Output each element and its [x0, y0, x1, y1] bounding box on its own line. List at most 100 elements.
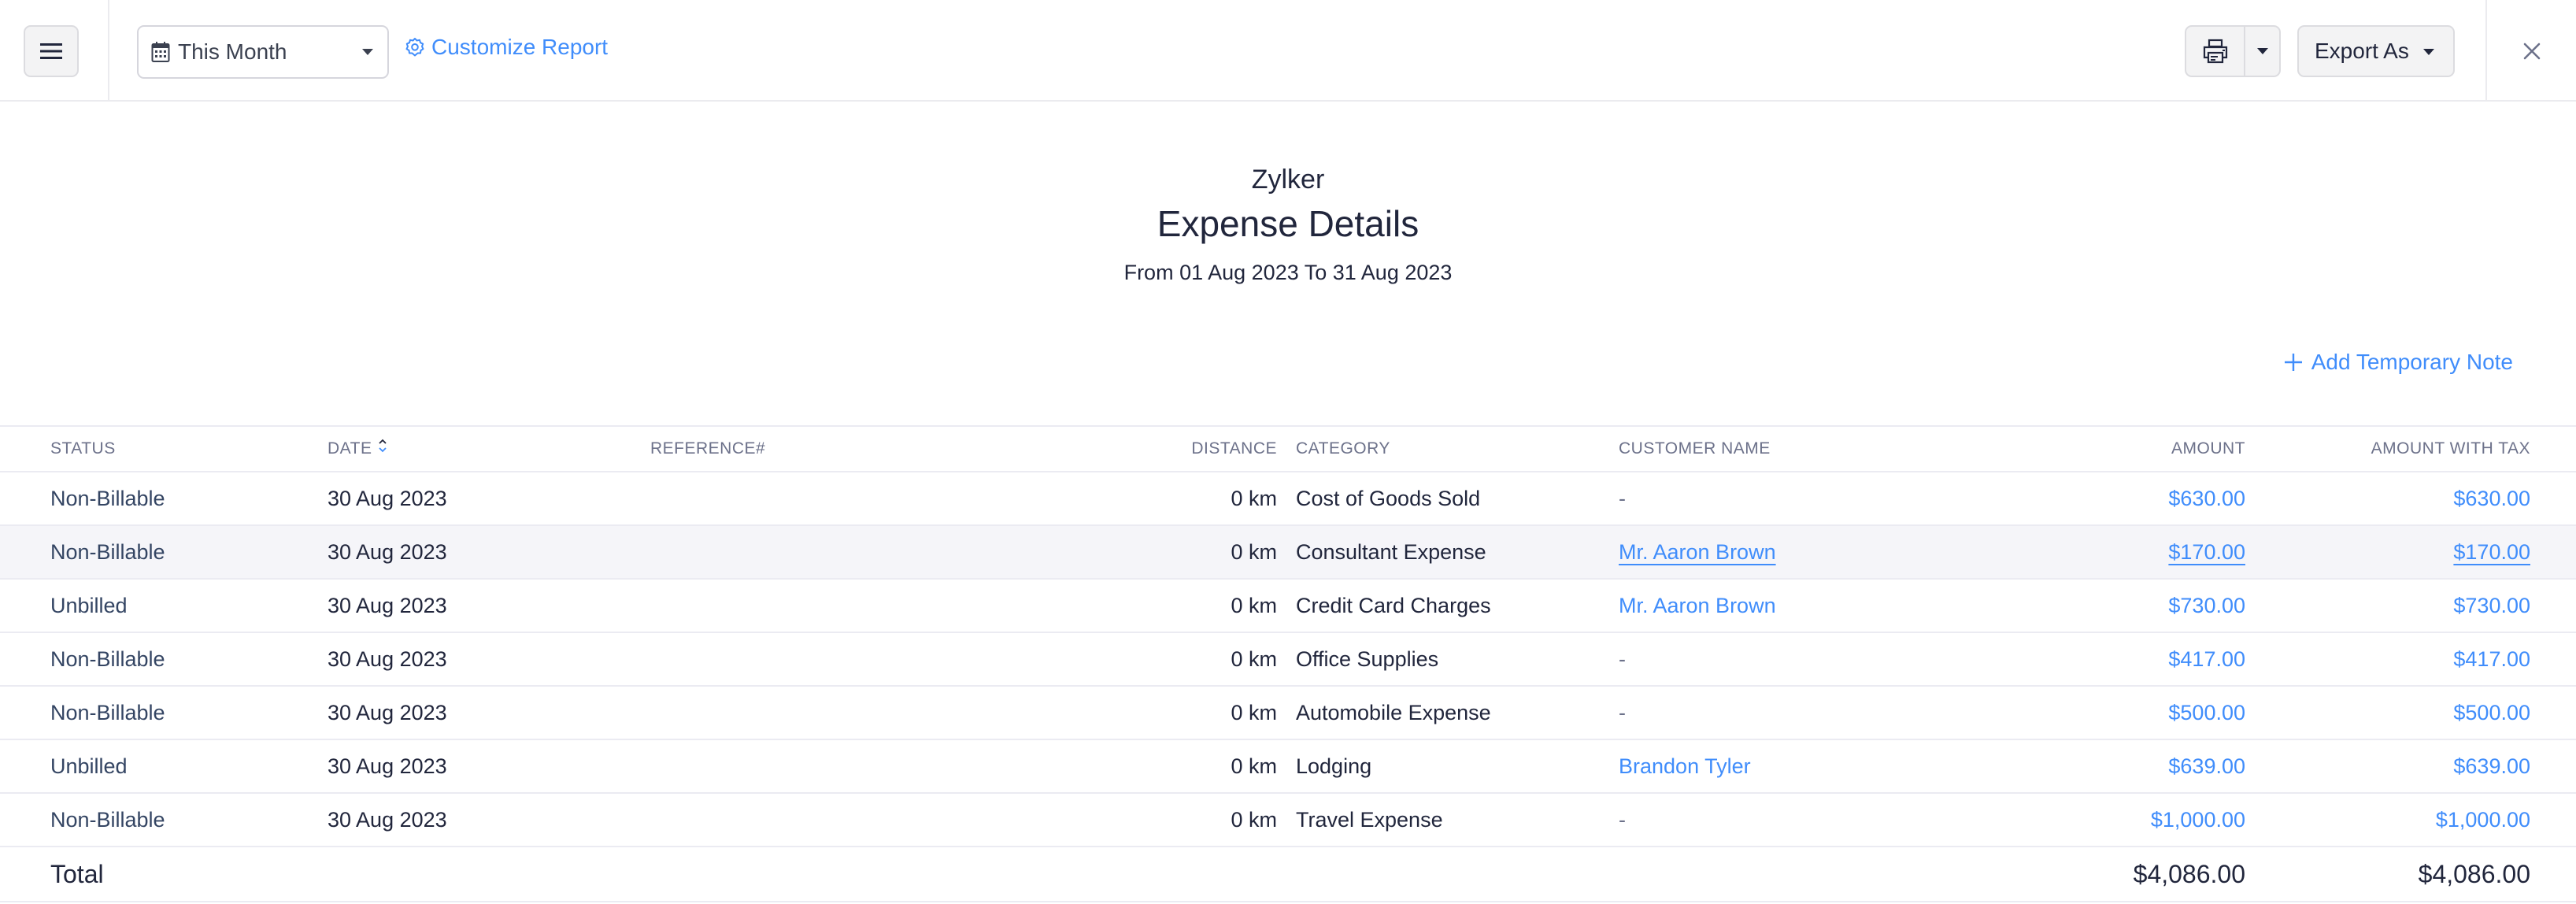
cell-date: 30 Aug 2023	[328, 807, 447, 832]
cell-status: Unbilled	[50, 593, 128, 617]
cell-amount-with-tax[interactable]: $500.00	[2453, 701, 2530, 725]
cell-status: Non-Billable	[50, 647, 165, 671]
report-toolbar: This Month Customize Report Export As	[0, 0, 2576, 102]
table-row[interactable]: Non-Billable 30 Aug 2023 0 km Cost of Goods…	[0, 471, 2576, 524]
chevron-down-icon	[362, 49, 373, 55]
cell-customer-name: -	[1619, 700, 1626, 724]
chevron-down-icon	[2256, 48, 2268, 54]
cell-amount[interactable]: $730.00	[2168, 594, 2245, 618]
cell-amount-with-tax[interactable]: $730.00	[2453, 594, 2530, 618]
cell-date: 30 Aug 2023	[328, 486, 447, 510]
total-amount: $4,086.00	[2133, 859, 2245, 888]
cell-status: Unbilled	[50, 754, 128, 778]
column-header-distance[interactable]: DISTANCE	[1191, 439, 1277, 458]
table-body: Non-Billable 30 Aug 2023 0 km Cost of Goods…	[0, 471, 2576, 846]
calendar-icon	[151, 42, 170, 62]
customize-report-label: Customize Report	[431, 35, 609, 59]
cell-customer-name: -	[1619, 486, 1626, 510]
period-select[interactable]: This Month	[137, 25, 389, 79]
total-label: Total	[50, 859, 104, 888]
cell-customer-name[interactable]: Mr. Aaron Brown	[1619, 540, 1776, 565]
report-date-range: From 01 Aug 2023 To 31 Aug 2023	[1123, 261, 1453, 284]
cell-amount[interactable]: $630.00	[2168, 487, 2245, 511]
cell-date: 30 Aug 2023	[328, 539, 447, 564]
column-header-customer-name[interactable]: CUSTOMER NAME	[1619, 439, 1771, 458]
cell-date: 30 Aug 2023	[328, 647, 447, 671]
cell-date: 30 Aug 2023	[328, 593, 447, 617]
cell-distance: 0 km	[1231, 486, 1277, 510]
table-total-row: Total $4,086.00 $4,086.00	[0, 846, 2576, 902]
table-row[interactable]: Non-Billable 30 Aug 2023 0 km Automobile Ex…	[0, 685, 2576, 739]
cell-amount[interactable]: $1,000.00	[2151, 808, 2245, 832]
column-header-date-label: DATE	[328, 439, 372, 458]
expense-details-table: STATUS DATE REFERENCE# DISTANCE CATEGORY…	[0, 425, 2576, 902]
cell-amount-with-tax[interactable]: $170.00	[2453, 540, 2530, 565]
table-row[interactable]: Non-Billable 30 Aug 2023 0 km Travel Expens…	[0, 792, 2576, 846]
total-amount-with-tax: $4,086.00	[2418, 859, 2530, 888]
print-button-group	[2185, 25, 2281, 77]
report-header: Zylker Expense Details From 01 Aug 2023 …	[0, 157, 2576, 295]
cell-amount[interactable]: $170.00	[2168, 540, 2245, 565]
cell-distance: 0 km	[1231, 807, 1277, 832]
cell-status: Non-Billable	[50, 539, 165, 564]
cell-amount-with-tax[interactable]: $630.00	[2453, 487, 2530, 511]
report-title: Expense Details	[1157, 203, 1419, 244]
hamburger-menu-icon	[40, 43, 62, 59]
close-icon	[2523, 43, 2540, 59]
cell-distance: 0 km	[1231, 700, 1277, 724]
organization-name: Zylker	[1251, 165, 1325, 195]
cell-distance: 0 km	[1231, 754, 1277, 778]
table-row[interactable]: Unbilled 30 Aug 2023 0 km Credit Card Charg…	[0, 578, 2576, 632]
export-as-button[interactable]: Export As	[2297, 25, 2455, 77]
sort-icon[interactable]	[378, 438, 387, 454]
cell-category: Automobile Expense	[1296, 700, 1491, 724]
menu-button[interactable]	[24, 25, 79, 77]
cell-amount-with-tax[interactable]: $1,000.00	[2436, 808, 2530, 832]
cell-status: Non-Billable	[50, 486, 165, 510]
cell-distance: 0 km	[1231, 539, 1277, 564]
cell-distance: 0 km	[1231, 593, 1277, 617]
gear-icon	[405, 38, 424, 57]
table-row[interactable]: Non-Billable 30 Aug 2023 0 km Office Suppli…	[0, 632, 2576, 685]
menu-zone	[0, 0, 109, 102]
cell-customer-name: -	[1619, 807, 1626, 832]
column-header-amount[interactable]: AMOUNT	[2171, 439, 2245, 458]
cell-category: Lodging	[1296, 754, 1372, 778]
cell-customer-name[interactable]: Brandon Tyler	[1619, 754, 1751, 779]
cell-date: 30 Aug 2023	[328, 754, 447, 778]
period-value: This Month	[178, 39, 287, 64]
close-button[interactable]	[2485, 0, 2576, 102]
cell-amount[interactable]: $500.00	[2168, 701, 2245, 725]
add-temporary-note-label: Add Temporary Note	[2311, 350, 2513, 374]
customize-report-link[interactable]: Customize Report	[405, 35, 608, 60]
table-header-row: STATUS DATE REFERENCE# DISTANCE CATEGORY…	[0, 425, 2576, 471]
cell-amount-with-tax[interactable]: $417.00	[2453, 647, 2530, 672]
table-row[interactable]: Non-Billable 30 Aug 2023 0 km Consultant Ex…	[0, 524, 2576, 578]
print-options-button[interactable]	[2245, 27, 2279, 76]
cell-status: Non-Billable	[50, 807, 165, 832]
cell-category: Consultant Expense	[1296, 539, 1486, 564]
table-row[interactable]: Unbilled 30 Aug 2023 0 km Lodging Brandon Ty…	[0, 739, 2576, 792]
column-header-category[interactable]: CATEGORY	[1296, 439, 1390, 458]
cell-category: Office Supplies	[1296, 647, 1439, 671]
chevron-down-icon	[2423, 49, 2434, 55]
cell-category: Travel Expense	[1296, 807, 1443, 832]
export-as-label: Export As	[2315, 39, 2409, 63]
cell-status: Non-Billable	[50, 700, 165, 724]
print-button[interactable]	[2186, 27, 2245, 76]
cell-amount[interactable]: $417.00	[2168, 647, 2245, 672]
cell-amount[interactable]: $639.00	[2168, 754, 2245, 779]
column-header-reference[interactable]: REFERENCE#	[650, 439, 765, 458]
column-header-status[interactable]: STATUS	[50, 439, 116, 458]
cell-amount-with-tax[interactable]: $639.00	[2453, 754, 2530, 779]
cell-customer-name: -	[1619, 647, 1626, 671]
printer-icon	[2203, 39, 2227, 64]
add-temporary-note-link[interactable]: Add Temporary Note	[2283, 350, 2513, 375]
cell-category: Cost of Goods Sold	[1296, 486, 1481, 510]
column-header-date[interactable]: DATE	[328, 439, 387, 458]
plus-icon	[2284, 354, 2302, 371]
cell-distance: 0 km	[1231, 647, 1277, 671]
cell-date: 30 Aug 2023	[328, 700, 447, 724]
cell-customer-name[interactable]: Mr. Aaron Brown	[1619, 594, 1776, 618]
column-header-amount-with-tax[interactable]: AMOUNT WITH TAX	[2371, 439, 2530, 458]
